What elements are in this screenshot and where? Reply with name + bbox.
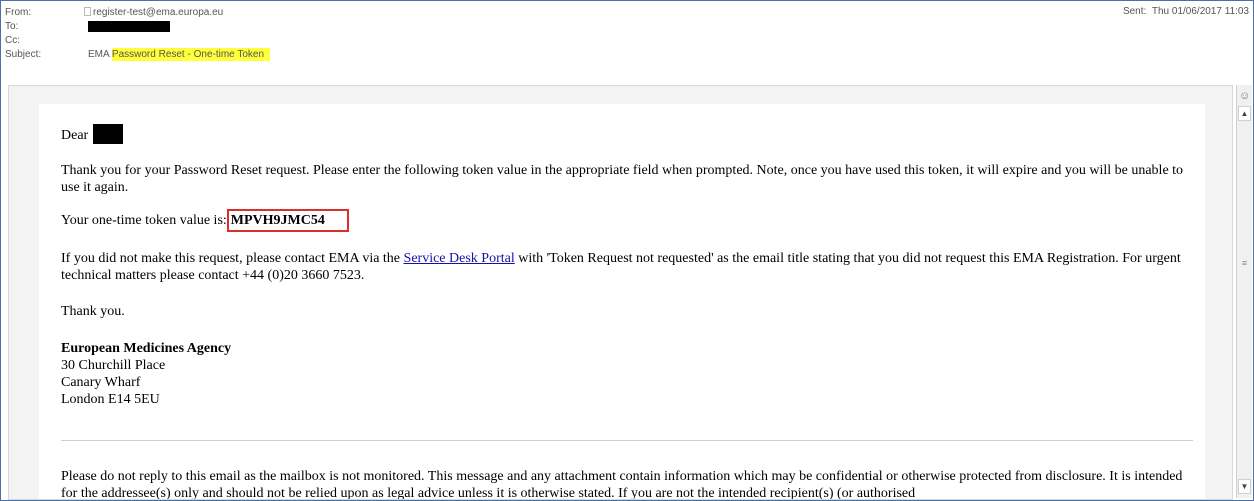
contact-icon <box>84 7 91 16</box>
sent-info: Sent: Thu 01/06/2017 11:03 <box>1123 6 1249 17</box>
signature-line: Canary Wharf <box>61 375 141 390</box>
from-label: From: <box>5 7 32 18</box>
service-desk-link[interactable]: Service Desk Portal <box>404 251 515 266</box>
token-label: Your one-time token value is: <box>61 213 227 228</box>
token-line: Your one-time token value is: MPVH9JMC54 <box>61 209 1191 232</box>
subject-value: EMA Password Reset - One-time Token <box>88 48 271 61</box>
grip-icon[interactable]: ≡ <box>1240 259 1249 268</box>
contact-text-before: If you did not make this request, please… <box>61 251 404 266</box>
from-address[interactable]: register-test@ema.europa.eu <box>93 7 223 18</box>
message-body: Dear Thank you for your Password Reset r… <box>39 104 1205 500</box>
people-icon[interactable]: ☺ <box>1239 89 1250 103</box>
subject-prefix: EMA <box>88 49 112 60</box>
thanks: Thank you. <box>61 304 125 319</box>
to-label: To: <box>5 21 19 32</box>
paragraph-intro: Thank you for your Password Reset reques… <box>61 163 1184 195</box>
subject-label: Subject: <box>5 49 42 60</box>
message-header: From: register-test@ema.europa.eu To: Cc… <box>1 1 1253 83</box>
subject-highlight: Password Reset - One-time Token <box>111 48 271 61</box>
from-value[interactable]: register-test@ema.europa.eu <box>84 6 223 19</box>
redaction-block <box>92 124 123 144</box>
vertical-scrollbar[interactable]: ☺ ▲ ≡ ▼ <box>1236 85 1252 498</box>
arrow-down-icon[interactable]: ▼ <box>1238 479 1251 494</box>
signature-org: European Medicines Agency <box>61 341 232 356</box>
divider <box>61 440 1193 441</box>
greeting: Dear <box>61 124 1191 144</box>
redaction-block <box>88 21 170 32</box>
cc-label: Cc: <box>5 35 20 46</box>
sent-label: Sent: <box>1122 6 1147 17</box>
to-value[interactable] <box>88 20 170 36</box>
sent-value: Thu 01/06/2017 11:03 <box>1151 6 1249 17</box>
reading-pane[interactable]: Dear Thank you for your Password Reset r… <box>8 85 1233 500</box>
greeting-text: Dear <box>61 128 89 143</box>
arrow-up-icon[interactable]: ▲ <box>1238 106 1251 121</box>
signature-line: 30 Churchill Place <box>61 358 166 373</box>
token-value: MPVH9JMC54 <box>226 209 349 232</box>
signature-line: London E14 5EU <box>61 392 160 407</box>
disclaimer: Please do not reply to this email as the… <box>61 469 1183 500</box>
paragraph-contact: If you did not make this request, please… <box>61 250 1191 284</box>
email-window: From: register-test@ema.europa.eu To: Cc… <box>0 0 1254 501</box>
